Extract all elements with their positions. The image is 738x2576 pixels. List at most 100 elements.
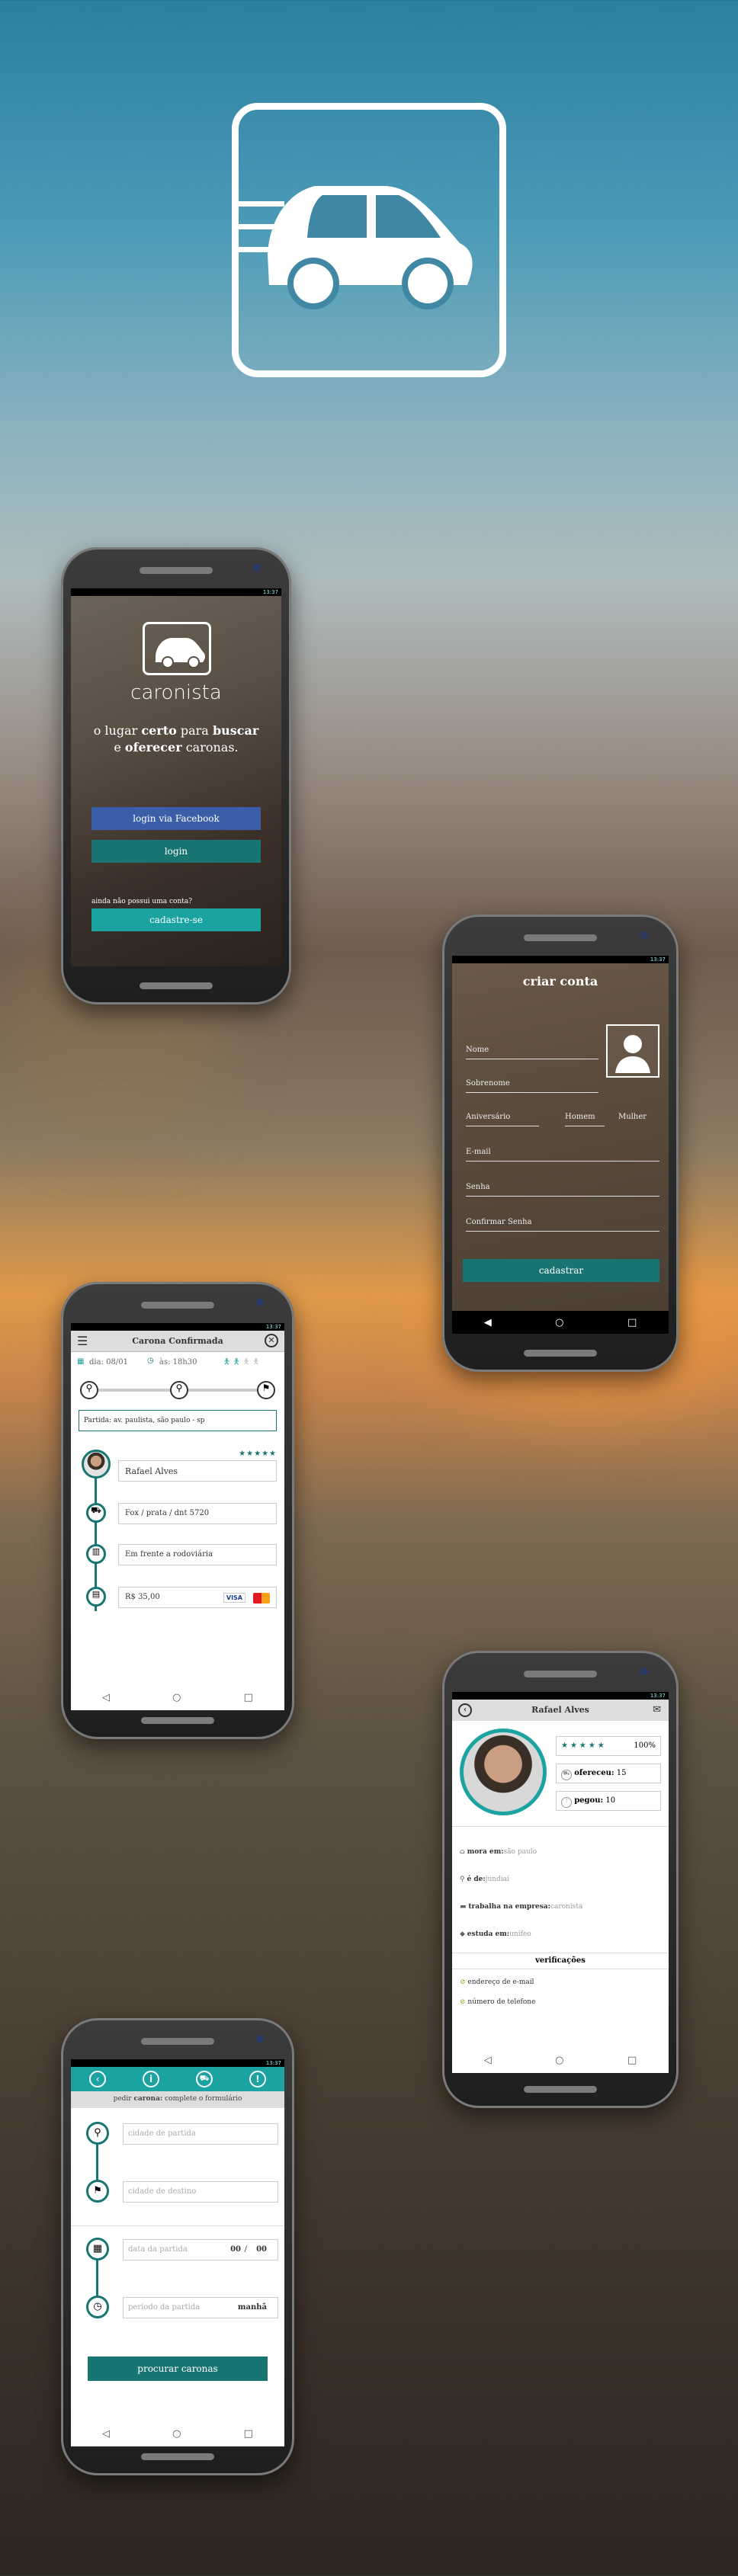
gender-male[interactable]: Homem xyxy=(565,1113,605,1126)
ride-time: às: 18h30 xyxy=(159,1358,197,1366)
speaker xyxy=(524,1671,597,1677)
destination-flag-icon: ⚑ xyxy=(86,2180,109,2203)
facebook-login-button[interactable]: login via Facebook xyxy=(91,807,261,830)
recents-icon[interactable]: □ xyxy=(244,2428,253,2440)
recents-icon[interactable]: □ xyxy=(627,1317,637,1328)
home-icon[interactable]: ○ xyxy=(172,1692,181,1703)
back-icon[interactable]: ◁ xyxy=(484,2055,492,2066)
car-tab-icon[interactable]: ⛟ xyxy=(196,2071,213,2087)
info-from: ⚲ é de:jundiaí xyxy=(460,1876,509,1883)
home-icon[interactable]: ○ xyxy=(555,2055,563,2066)
signup-button[interactable]: cadastre-se xyxy=(91,908,261,931)
price-value: R$ 35,00 xyxy=(125,1593,160,1601)
offered-label: ofereceu: xyxy=(574,1769,614,1777)
offered-box: ⛟ ofereceu: 15 xyxy=(556,1764,661,1783)
bottom-speaker xyxy=(141,1717,214,1724)
brand-name: caronista xyxy=(130,681,222,704)
destination-input[interactable]: cidade de destino xyxy=(123,2181,278,2203)
gender-female[interactable]: Mulher xyxy=(618,1113,659,1126)
speaker xyxy=(140,567,213,574)
took-value: 10 xyxy=(605,1796,616,1805)
status-time: 13:37 xyxy=(265,2060,281,2066)
money-icon: ▤ xyxy=(86,1587,106,1607)
recents-icon[interactable]: □ xyxy=(627,2055,637,2066)
password-field[interactable]: Senha xyxy=(466,1183,659,1197)
rating-percent: 100% xyxy=(634,1741,656,1750)
info-works: ▬ trabalha na empresa:caronista xyxy=(460,1903,583,1911)
car-icon: ⛟ xyxy=(86,1503,106,1523)
meeting-point-box: Em frente a rodoviária xyxy=(118,1544,277,1565)
ride-screen: 13:37 ☰ Carona Confirmada ✕ ▦ dia: 08/01… xyxy=(71,1323,284,1710)
alert-icon[interactable]: ! xyxy=(249,2071,266,2087)
recents-icon[interactable]: □ xyxy=(244,1692,253,1703)
status-time: 13:37 xyxy=(262,589,278,595)
verification-phone: ⊘ número de telefone xyxy=(460,1998,536,2006)
passenger-icons: 🯅🯅🯅🯅 xyxy=(223,1358,263,1366)
back-icon[interactable]: ◁ xyxy=(102,2428,110,2440)
back-icon[interactable]: ◁ xyxy=(102,1692,110,1703)
period-input[interactable]: período da partida manhã xyxy=(123,2297,278,2318)
app-logo xyxy=(232,103,506,377)
name-field[interactable]: Nome xyxy=(466,1046,598,1059)
status-bar: 13:37 xyxy=(71,1323,284,1331)
phone-ride-confirmed: 13:37 ☰ Carona Confirmada ✕ ▦ dia: 08/01… xyxy=(61,1282,294,1739)
time-separator: / xyxy=(244,2245,247,2254)
signup-title: criar conta xyxy=(522,974,598,988)
date-time-row: ▦ dia: 08/01 ◷ às: 18h30 🯅🯅🯅🯅 xyxy=(71,1354,284,1372)
login-screen: 13:37 caronista o lugar certo para busca… xyxy=(71,588,281,966)
back-circle-icon[interactable]: ‹ xyxy=(89,2071,106,2087)
birthday-field[interactable]: Aniversário xyxy=(466,1113,539,1126)
android-navbar: ◁ ○ □ xyxy=(71,1684,284,1710)
email-field[interactable]: E-mail xyxy=(466,1148,659,1161)
home-icon[interactable]: ○ xyxy=(172,2428,181,2440)
driver-avatar[interactable] xyxy=(82,1450,111,1479)
took-box: ! pegou: 10 xyxy=(556,1791,661,1811)
close-icon[interactable]: ✕ xyxy=(265,1334,278,1347)
home-icon[interactable]: ○ xyxy=(555,1317,563,1328)
speaker xyxy=(141,1302,214,1309)
submit-signup-button[interactable]: cadastrar xyxy=(463,1259,659,1282)
confirm-password-field[interactable]: Confirmar Senha xyxy=(466,1218,659,1232)
verifications-title: verificações xyxy=(452,1953,669,1969)
back-icon[interactable]: ◀ xyxy=(484,1317,492,1328)
briefcase-icon: ▬ xyxy=(460,1903,467,1911)
pin-icon: ⚲ xyxy=(460,1876,465,1883)
home-icon: ⌂ xyxy=(460,1848,465,1856)
no-account-text: ainda não possui uma conta? xyxy=(91,898,193,905)
minute-value[interactable]: 00 xyxy=(256,2245,267,2254)
camera xyxy=(256,2035,264,2043)
date-input[interactable]: data da partida 00 / 00 xyxy=(123,2239,278,2260)
offered-value: 15 xyxy=(616,1769,627,1777)
form-header: pedir carona: complete o formulário xyxy=(71,2091,284,2108)
check-icon: ⊘ xyxy=(460,1998,466,2006)
mail-icon[interactable]: ✉ xyxy=(653,1704,661,1716)
status-bar: 13:37 xyxy=(452,956,669,963)
tagline: o lugar certo para buscar e oferecer car… xyxy=(93,723,259,755)
hour-value[interactable]: 00 xyxy=(230,2245,241,2254)
calendar-icon: ▦ xyxy=(77,1357,85,1366)
surname-field[interactable]: Sobrenome xyxy=(466,1079,598,1093)
photo-placeholder[interactable] xyxy=(606,1024,659,1078)
profile-photo xyxy=(460,1729,547,1815)
camera xyxy=(256,1299,264,1306)
current-pin-icon: ⚲ xyxy=(170,1381,188,1399)
took-icon: ! xyxy=(561,1797,572,1808)
origin-input[interactable]: cidade de partida xyxy=(123,2123,278,2145)
car-icon xyxy=(156,638,205,668)
period-value[interactable]: manhã xyxy=(238,2303,267,2312)
phone-request-ride: 13:37 ‹ i ⛟ ! pedir carona: complete o f… xyxy=(61,2018,294,2475)
info-icon[interactable]: i xyxy=(143,2071,159,2087)
clock-icon: ◷ xyxy=(147,1357,154,1365)
android-navbar: ◁ ○ □ xyxy=(71,2421,284,2446)
speaker xyxy=(141,2038,214,2045)
user-silhouette-icon xyxy=(615,1035,650,1073)
top-tab-bar: ‹ i ⛟ ! xyxy=(71,2067,284,2091)
check-icon: ⊘ xyxy=(460,1978,466,1986)
driver-name-box[interactable]: Rafael Alves xyxy=(118,1460,277,1482)
driver-stars: ★★★★★ xyxy=(239,1450,277,1458)
bottom-speaker xyxy=(524,1350,597,1357)
search-rides-button[interactable]: procurar caronas xyxy=(88,2357,268,2381)
app-mini-logo xyxy=(143,622,211,675)
profile-screen: 13:37 ‹ Rafael Alves ✉ ★★★★★ 100% ⛟ ofer… xyxy=(452,1692,669,2073)
login-button[interactable]: login xyxy=(91,840,261,863)
